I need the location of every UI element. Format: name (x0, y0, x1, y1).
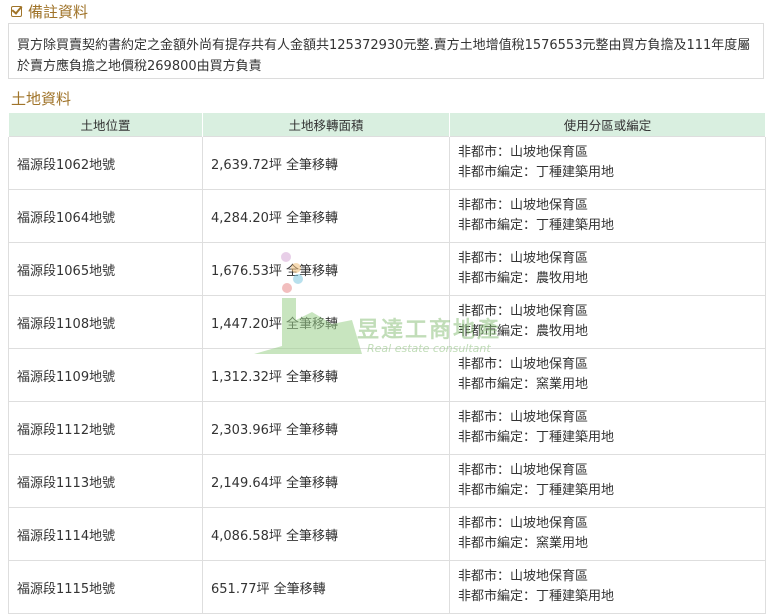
table-row: 福源段1108地號 1,447.20坪 全筆移轉 非都市：山坡地保育區 非都市編定… (8, 295, 766, 349)
zone-text: 非都市：山坡地保育區 (458, 516, 589, 531)
column-header-zoning: 使用分區或編定 (449, 112, 766, 137)
cell-area: 4,284.20坪 全筆移轉 (202, 189, 450, 243)
use-text: 非都市編定：窯業用地 (458, 536, 589, 551)
cell-zoning: 非都市：山坡地保育區非都市編定：丁種建築用地 (449, 560, 766, 614)
cell-area: 1,312.32坪 全筆移轉 (202, 348, 450, 402)
table-row: 福源段1115地號 651.77坪 全筆移轉 非都市：山坡地保育區非都市編定：丁… (8, 560, 766, 614)
zone-text: 非都市：山坡地保育區 (458, 145, 589, 160)
cell-location: 福源段1112地號 (8, 401, 203, 455)
use-text: 非都市編定：丁種建築用地 (458, 430, 615, 445)
cell-zoning: 非都市：山坡地保育區 非都市編定：窯業用地 (449, 348, 766, 402)
cell-zoning: 非都市：山坡地保育區非都市編定：丁種建築用地 (449, 136, 766, 190)
checkbox-icon (11, 5, 22, 17)
cell-zoning: 非都市：山坡地保育區 非都市編定：農牧用地 (449, 242, 766, 296)
table-row: 福源段1064地號 4,284.20坪 全筆移轉 非都市：山坡地保育區非都市編定… (8, 189, 766, 243)
cell-location: 福源段1114地號 (8, 507, 203, 561)
cell-zoning: 非都市：山坡地保育區非都市編定：丁種建築用地 (449, 189, 766, 243)
land-table: 土地位置 土地移轉面積 使用分區或編定 福源段1062地號 2,639.72坪 … (8, 112, 766, 614)
cell-area: 2,639.72坪 全筆移轉 (202, 136, 450, 190)
table-row: 福源段1109地號 1,312.32坪 全筆移轉 非都市：山坡地保育區 非都市編定… (8, 348, 766, 402)
cell-location: 福源段1062地號 (8, 136, 203, 190)
cell-location: 福源段1108地號 (8, 295, 203, 349)
use-text: 非都市編定：丁種建築用地 (458, 483, 615, 498)
use-text: 非都市編定：窯業用地 (458, 377, 589, 392)
cell-area: 651.77坪 全筆移轉 (202, 560, 450, 614)
zone-text: 非都市：山坡地保育區 (458, 198, 589, 213)
use-text: 非都市編定：丁種建築用地 (458, 218, 615, 233)
cell-zoning: 非都市：山坡地保育區 非都市編定：農牧用地 (449, 295, 766, 349)
zone-text: 非都市：山坡地保育區 (458, 251, 589, 266)
cell-zoning: 非都市：山坡地保育區非都市編定：丁種建築用地 (449, 401, 766, 455)
cell-area: 4,086.58坪 全筆移轉 (202, 507, 450, 561)
zone-text: 非都市：山坡地保育區 (458, 569, 589, 584)
cell-location: 福源段1113地號 (8, 454, 203, 508)
zone-text: 非都市：山坡地保育區 (458, 357, 589, 372)
remark-text: 買方除買賣契約書約定之金額外尚有提存共有人金額共125372930元整.賣方土地… (8, 23, 764, 79)
cell-location: 福源段1064地號 (8, 189, 203, 243)
remark-section: 備註資料 買方除買賣契約書約定之金額外尚有提存共有人金額共125372930元整… (8, 0, 764, 79)
use-text: 非都市編定：農牧用地 (458, 324, 589, 339)
use-text: 非都市編定：丁種建築用地 (458, 589, 615, 604)
remark-title: 備註資料 (28, 2, 89, 21)
cell-zoning: 非都市：山坡地保育區非都市編定：丁種建築用地 (449, 454, 766, 508)
zone-text: 非都市：山坡地保育區 (458, 463, 589, 478)
zone-text: 非都市：山坡地保育區 (458, 410, 589, 425)
cell-location: 福源段1109地號 (8, 348, 203, 402)
table-row: 福源段1062地號 2,639.72坪 全筆移轉 非都市：山坡地保育區非都市編定… (8, 136, 766, 190)
column-header-area: 土地移轉面積 (202, 112, 450, 137)
table-header-row: 土地位置 土地移轉面積 使用分區或編定 (8, 112, 766, 137)
cell-zoning: 非都市：山坡地保育區 非都市編定：窯業用地 (449, 507, 766, 561)
table-row: 福源段1112地號 2,303.96坪 全筆移轉 非都市：山坡地保育區非都市編定… (8, 401, 766, 455)
land-section-title: 土地資料 (11, 90, 72, 108)
use-text: 非都市編定：農牧用地 (458, 271, 589, 286)
cell-area: 1,676.53坪 全筆移轉 (202, 242, 450, 296)
remark-header: 備註資料 (8, 0, 764, 22)
column-header-location: 土地位置 (8, 112, 203, 137)
use-text: 非都市編定：丁種建築用地 (458, 165, 615, 180)
table-row: 福源段1065地號 1,676.53坪 全筆移轉 非都市：山坡地保育區 非都市編定… (8, 242, 766, 296)
zone-text: 非都市：山坡地保育區 (458, 304, 589, 319)
table-row: 福源段1114地號 4,086.58坪 全筆移轉 非都市：山坡地保育區 非都市編定… (8, 507, 766, 561)
cell-area: 1,447.20坪 全筆移轉 (202, 295, 450, 349)
table-row: 福源段1113地號 2,149.64坪 全筆移轉 非都市：山坡地保育區非都市編定… (8, 454, 766, 508)
cell-area: 2,149.64坪 全筆移轉 (202, 454, 450, 508)
cell-area: 2,303.96坪 全筆移轉 (202, 401, 450, 455)
cell-location: 福源段1115地號 (8, 560, 203, 614)
cell-location: 福源段1065地號 (8, 242, 203, 296)
